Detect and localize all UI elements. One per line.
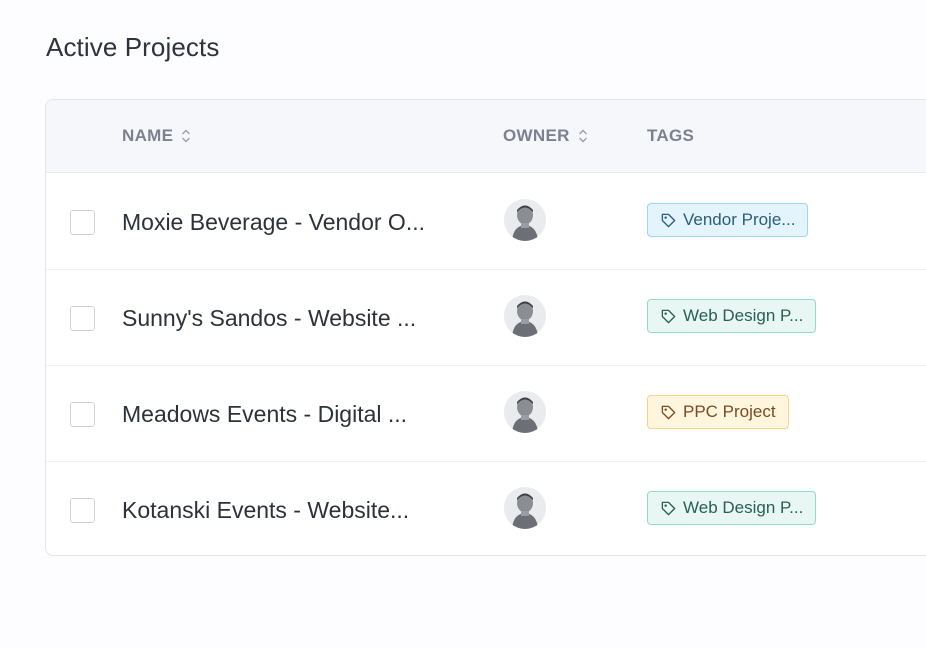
- sort-icon: [578, 129, 587, 143]
- table-row[interactable]: Moxie Beverage - Vendor O... Vendor Proj…: [46, 173, 926, 270]
- row-checkbox[interactable]: [70, 210, 95, 235]
- row-checkbox[interactable]: [70, 306, 95, 331]
- page-title: Active Projects: [46, 32, 220, 62]
- owner-avatar[interactable]: [504, 199, 546, 241]
- sort-icon: [182, 129, 191, 143]
- column-header-owner[interactable]: OWNER: [503, 126, 588, 146]
- column-header-tags: TAGS: [647, 126, 694, 146]
- project-name[interactable]: Sunny's Sandos - Website ...: [122, 305, 416, 332]
- tag-label: Vendor Proje...: [683, 210, 796, 229]
- project-name[interactable]: Meadows Events - Digital ...: [122, 401, 407, 428]
- avatar-icon: [504, 199, 546, 241]
- tag-icon: [661, 405, 676, 419]
- tag-icon: [661, 309, 676, 323]
- owner-avatar[interactable]: [504, 295, 546, 337]
- column-header-name[interactable]: NAME: [122, 126, 191, 146]
- column-header-label: NAME: [122, 126, 174, 145]
- column-header-label: OWNER: [503, 126, 570, 145]
- project-tag[interactable]: Web Design P...: [647, 491, 817, 525]
- project-name[interactable]: Moxie Beverage - Vendor O...: [122, 209, 425, 236]
- table-row[interactable]: Sunny's Sandos - Website ... Web Design …: [46, 269, 926, 366]
- tag-label: PPC Project: [683, 402, 776, 421]
- project-tag[interactable]: Vendor Proje...: [647, 203, 809, 237]
- table-row[interactable]: Meadows Events - Digital ... PPC Project: [46, 365, 926, 462]
- avatar-icon: [504, 391, 546, 433]
- row-checkbox[interactable]: [70, 498, 95, 523]
- projects-table: NAME OWNER TAGS Moxie Beverage - Vendor …: [45, 99, 926, 556]
- column-header-label: TAGS: [647, 126, 695, 145]
- owner-avatar[interactable]: [504, 487, 546, 529]
- avatar-icon: [504, 487, 546, 529]
- tag-icon: [661, 501, 676, 515]
- table-header: NAME OWNER TAGS: [46, 100, 926, 173]
- tag-icon: [661, 213, 676, 227]
- avatar-icon: [504, 295, 546, 337]
- tag-label: Web Design P...: [683, 498, 804, 517]
- project-name[interactable]: Kotanski Events - Website...: [122, 497, 409, 524]
- tag-label: Web Design P...: [683, 306, 804, 325]
- table-row[interactable]: Kotanski Events - Website... Web Design …: [46, 461, 926, 555]
- project-tag[interactable]: Web Design P...: [647, 299, 817, 333]
- owner-avatar[interactable]: [504, 391, 546, 433]
- project-tag[interactable]: PPC Project: [647, 395, 789, 429]
- row-checkbox[interactable]: [70, 402, 95, 427]
